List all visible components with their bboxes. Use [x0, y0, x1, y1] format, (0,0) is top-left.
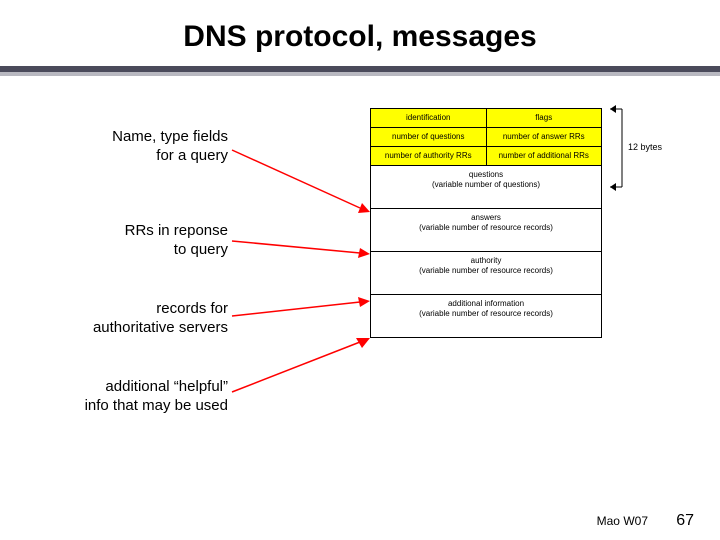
section-desc: (variable number of resource records) — [419, 223, 553, 232]
section-desc: (variable number of resource records) — [419, 266, 553, 275]
header-row-2: number of questions number of answer RRs — [370, 127, 602, 146]
cell-flags: flags — [487, 109, 602, 127]
label-response-rrs: RRs in reponse to query — [30, 222, 228, 260]
cell-identification: identification — [371, 109, 487, 127]
arrow-answers — [230, 235, 375, 265]
arrow-questions — [230, 140, 375, 220]
header-row-3: number of authority RRs number of additi… — [370, 146, 602, 165]
section-title: questions — [469, 170, 503, 179]
label-line: info that may be used — [85, 397, 228, 414]
dns-message-table: identification flags number of questions… — [370, 108, 602, 338]
section-title: answers — [471, 213, 501, 222]
cell-num-authority-rrs: number of authority RRs — [371, 147, 487, 165]
cell-num-answer-rrs: number of answer RRs — [487, 128, 602, 146]
section-additional: additional information (variable number … — [370, 294, 602, 338]
label-line: authoritative servers — [93, 319, 228, 336]
arrow-authority — [230, 296, 375, 322]
footer-author: Mao W07 — [597, 514, 648, 528]
section-title: additional information — [448, 299, 524, 308]
cell-body: questions (variable number of questions) — [371, 166, 601, 208]
cell-body: answers (variable number of resource rec… — [371, 209, 601, 251]
arrow-additional — [230, 334, 375, 398]
slide-title: DNS protocol, messages — [0, 20, 720, 54]
section-title: authority — [471, 256, 502, 265]
label-line: for a query — [156, 147, 228, 164]
section-desc: (variable number of resource records) — [419, 309, 553, 318]
header-size-bracket — [610, 108, 624, 188]
cell-num-additional-rrs: number of additional RRs — [487, 147, 602, 165]
title-rule-light — [0, 72, 720, 76]
label-additional: additional “helpful” info that may be us… — [30, 378, 228, 416]
label-line: records for — [156, 300, 228, 317]
cell-body: authority (variable number of resource r… — [371, 252, 601, 294]
header-size-label: 12 bytes — [628, 142, 662, 152]
label-authority: records for authoritative servers — [30, 300, 228, 338]
section-authority: authority (variable number of resource r… — [370, 251, 602, 294]
label-query-fields: Name, type fields for a query — [30, 128, 228, 166]
footer-page-number: 67 — [676, 512, 694, 530]
header-row-1: identification flags — [370, 108, 602, 127]
label-line: Name, type fields — [112, 128, 228, 145]
cell-num-questions: number of questions — [371, 128, 487, 146]
section-answers: answers (variable number of resource rec… — [370, 208, 602, 251]
label-line: to query — [174, 241, 228, 258]
section-desc: (variable number of questions) — [432, 180, 540, 189]
cell-body: additional information (variable number … — [371, 295, 601, 337]
section-questions: questions (variable number of questions) — [370, 165, 602, 208]
label-line: RRs in reponse — [125, 222, 228, 239]
label-line: additional “helpful” — [105, 378, 228, 395]
